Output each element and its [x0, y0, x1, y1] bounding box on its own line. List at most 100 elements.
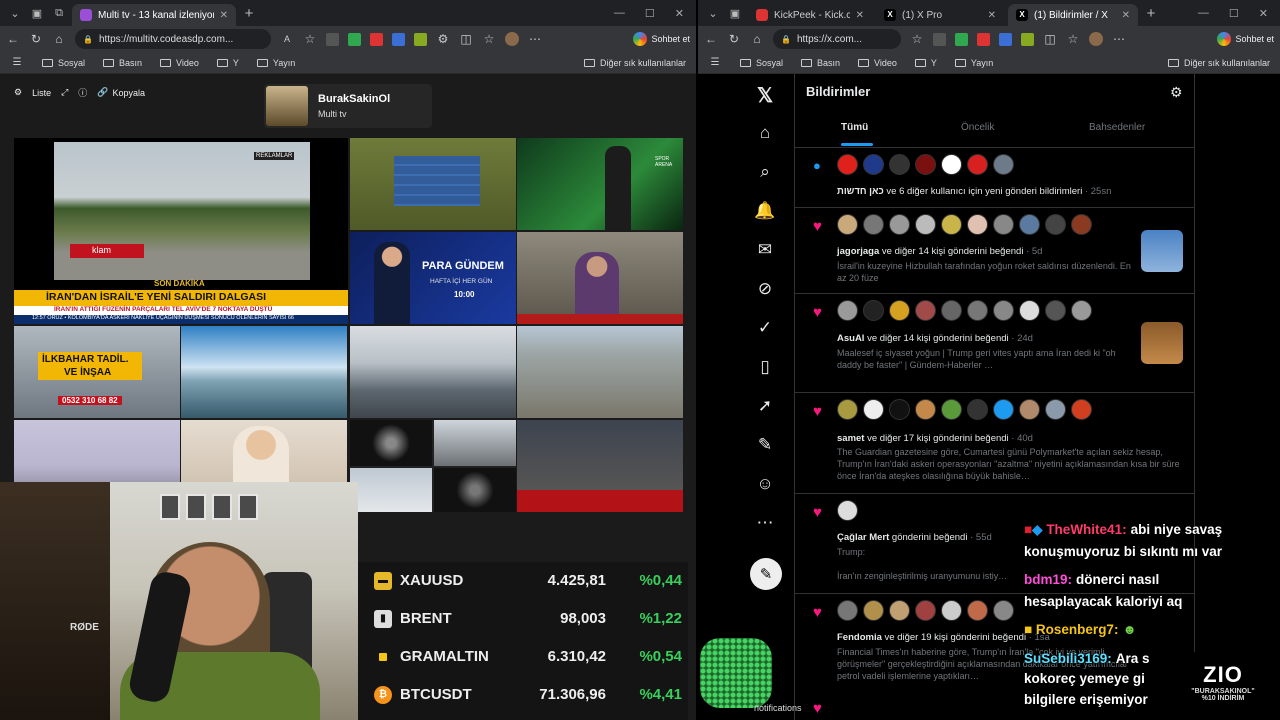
tab-menu-icon[interactable]: ⌄: [6, 4, 24, 22]
post-thumbnail[interactable]: [1141, 230, 1183, 272]
new-tab-icon[interactable]: +: [1142, 4, 1160, 22]
post-thumbnail[interactable]: [1141, 322, 1183, 364]
extension-icon[interactable]: [933, 32, 946, 46]
tab-mentions[interactable]: Bahsedenler: [1089, 122, 1145, 133]
compose-post-button[interactable]: ✎: [750, 558, 782, 590]
close-tab-icon[interactable]: ✕: [1122, 10, 1130, 21]
extensions-puzzle-icon[interactable]: ⚙: [436, 32, 450, 46]
x-logo-icon[interactable]: 𝕏: [750, 80, 780, 110]
channel-profile-card[interactable]: BurakSakinOl Multi tv: [264, 84, 432, 128]
tab-all[interactable]: Tümü: [841, 122, 868, 133]
notification-item[interactable]: ♥ jagorjaga ve diğer 14 kişi gönderini b…: [795, 208, 1194, 294]
video-tile-city-aerial[interactable]: [517, 326, 683, 418]
favorite-star-icon[interactable]: ☆: [303, 32, 317, 46]
tab-menu-icon[interactable]: ⌄: [704, 4, 722, 22]
extension-icon[interactable]: [977, 32, 990, 46]
notification-item[interactable]: ● כאן חדשות ve 6 diğer kullanıcı için ye…: [795, 148, 1194, 208]
back-icon[interactable]: ←: [704, 32, 718, 46]
bookmark-folder[interactable]: Basın: [103, 58, 142, 68]
tab-actions-icon[interactable]: ⧉: [50, 4, 68, 22]
video-tile-ilkbahar[interactable]: İLKBAHAR TADİL. VE İNŞAA 0532 310 68 82: [14, 326, 180, 418]
video-tile-sports[interactable]: SPOR ARENA: [517, 138, 683, 230]
bookmark-folder[interactable]: Basın: [801, 58, 840, 68]
messages-envelope-icon[interactable]: ✉: [750, 235, 780, 265]
verified-icon[interactable]: ✓: [750, 313, 780, 343]
more-icon[interactable]: ⋯: [528, 32, 542, 46]
url-field[interactable]: 🔒 https://x.com...: [773, 29, 901, 49]
favorites-icon[interactable]: ☆: [482, 32, 496, 46]
workspaces-icon[interactable]: ▣: [726, 4, 744, 22]
translate-extension-icon[interactable]: [392, 32, 405, 46]
split-screen-icon[interactable]: ◫: [1043, 32, 1057, 46]
reload-icon[interactable]: ↻: [29, 32, 43, 46]
articles-icon[interactable]: ✎: [750, 430, 780, 460]
back-icon[interactable]: ←: [6, 32, 20, 46]
video-tile-street-interview[interactable]: [517, 232, 683, 324]
bookmarks-icon[interactable]: ▯: [750, 352, 780, 382]
bookmark-folder[interactable]: Sosyal: [740, 58, 783, 68]
read-aloud-icon[interactable]: A: [280, 34, 294, 44]
video-tile-arabic-news[interactable]: [517, 420, 683, 512]
info-icon[interactable]: ⓘ: [78, 86, 87, 99]
video-tile-para-gundem[interactable]: PARA GÜNDEM HAFTA İÇİ HER GÜN 10:00: [350, 232, 516, 324]
other-bookmarks[interactable]: Diğer sık kullanılanlar: [583, 58, 686, 68]
notification-item[interactable]: ♥ AsuAl ve diğer 14 kişi gönderini beğen…: [795, 294, 1194, 393]
other-bookmarks[interactable]: Diğer sık kullanılanlar: [1167, 58, 1270, 68]
more-icon[interactable]: ⋯: [1112, 32, 1126, 46]
profile-icon[interactable]: ☺: [750, 469, 780, 499]
bookmark-folder[interactable]: Video: [160, 58, 199, 68]
close-window-icon[interactable]: ✕: [675, 7, 684, 20]
home-icon[interactable]: ⌂: [750, 32, 764, 46]
video-tile-multi-cam[interactable]: [350, 420, 516, 512]
extension-icon[interactable]: [348, 32, 361, 46]
bookmark-folder[interactable]: Sosyal: [42, 58, 85, 68]
business-rocket-icon[interactable]: ➚: [750, 391, 780, 421]
bookmarks-menu-icon[interactable]: ☰: [708, 57, 722, 68]
bookmark-folder[interactable]: Yayın: [954, 58, 993, 68]
close-tab-icon[interactable]: ✕: [988, 10, 996, 21]
minimize-icon[interactable]: —: [614, 7, 625, 20]
close-tab-icon[interactable]: ✕: [856, 10, 864, 21]
fullscreen-icon[interactable]: ⤢: [61, 87, 68, 98]
new-tab-icon[interactable]: +: [240, 4, 258, 22]
home-icon[interactable]: ⌂: [52, 32, 66, 46]
video-tile-weather[interactable]: [350, 138, 516, 230]
home-icon[interactable]: ⌂: [750, 118, 780, 148]
video-tile-sky-sea[interactable]: [181, 326, 347, 418]
tab-priority[interactable]: Öncelik: [961, 122, 994, 133]
copy-button[interactable]: 🔗 Kopyala: [97, 87, 145, 98]
tab-kickpeek[interactable]: KickPeek - Kick.com için C ✕: [748, 4, 872, 26]
notification-item[interactable]: ♥ samet ve diğer 17 kişi gönderini beğen…: [795, 393, 1194, 494]
extension-icon[interactable]: [955, 32, 968, 46]
more-circle-icon[interactable]: ⋯: [750, 508, 780, 538]
notifications-bell-icon[interactable]: 🔔: [750, 196, 780, 226]
workspaces-icon[interactable]: ▣: [28, 4, 46, 22]
copilot-chat-button[interactable]: Sohbet et: [1217, 32, 1274, 46]
reload-icon[interactable]: ↻: [727, 32, 741, 46]
url-field[interactable]: 🔒 https://multitv.codeasdp.com...: [75, 29, 271, 49]
bookmark-folder[interactable]: Yayın: [256, 58, 295, 68]
video-tile-city-skyline[interactable]: [350, 326, 516, 418]
favorite-star-icon[interactable]: ☆: [910, 32, 924, 46]
extension-icon[interactable]: [370, 32, 383, 46]
maximize-icon[interactable]: ☐: [1229, 7, 1239, 20]
settings-gear-icon[interactable]: ⚙: [14, 87, 22, 98]
split-screen-icon[interactable]: ◫: [459, 32, 473, 46]
close-tab-icon[interactable]: ✕: [220, 10, 228, 21]
close-window-icon[interactable]: ✕: [1259, 7, 1268, 20]
list-button[interactable]: Liste: [32, 88, 51, 98]
minimize-icon[interactable]: —: [1198, 7, 1209, 20]
extension-icon[interactable]: [326, 32, 339, 46]
bookmark-folder[interactable]: Y: [216, 58, 239, 68]
notification-settings-icon[interactable]: ⚙: [1170, 84, 1183, 101]
profile-avatar[interactable]: [505, 32, 519, 46]
grok-icon[interactable]: ⊘: [750, 274, 780, 304]
bookmarks-menu-icon[interactable]: ☰: [10, 57, 24, 68]
tab-x-pro[interactable]: X (1) X Pro ✕: [876, 4, 1004, 26]
video-tile-news-main[interactable]: REKLAMLAR klam SON DAKİKA İRAN'DAN İSRAİ…: [14, 138, 348, 324]
extension-icon[interactable]: [1021, 32, 1034, 46]
tab-x-notifications[interactable]: X (1) Bildirimler / X ✕: [1008, 4, 1138, 26]
tab-multitv[interactable]: Multi tv - 13 kanal izleniyor ✕: [72, 4, 236, 26]
favorites-icon[interactable]: ☆: [1066, 32, 1080, 46]
maximize-icon[interactable]: ☐: [645, 7, 655, 20]
